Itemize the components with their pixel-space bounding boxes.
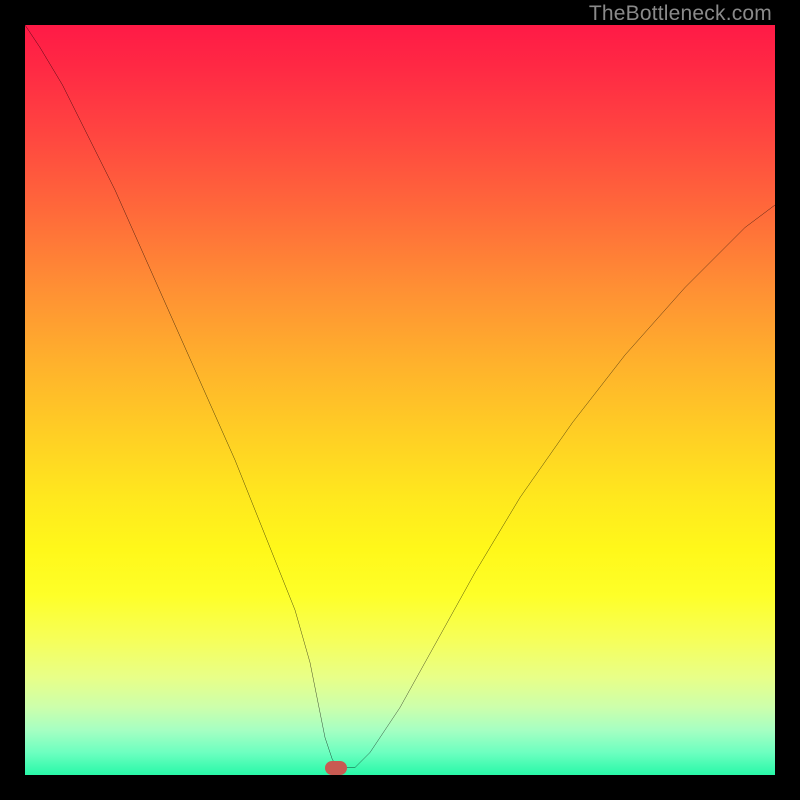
bottleneck-curve	[25, 25, 775, 775]
chart-frame: TheBottleneck.com	[0, 0, 800, 800]
watermark: TheBottleneck.com	[589, 2, 772, 26]
plot-area	[25, 25, 775, 775]
optimum-marker	[325, 761, 347, 775]
